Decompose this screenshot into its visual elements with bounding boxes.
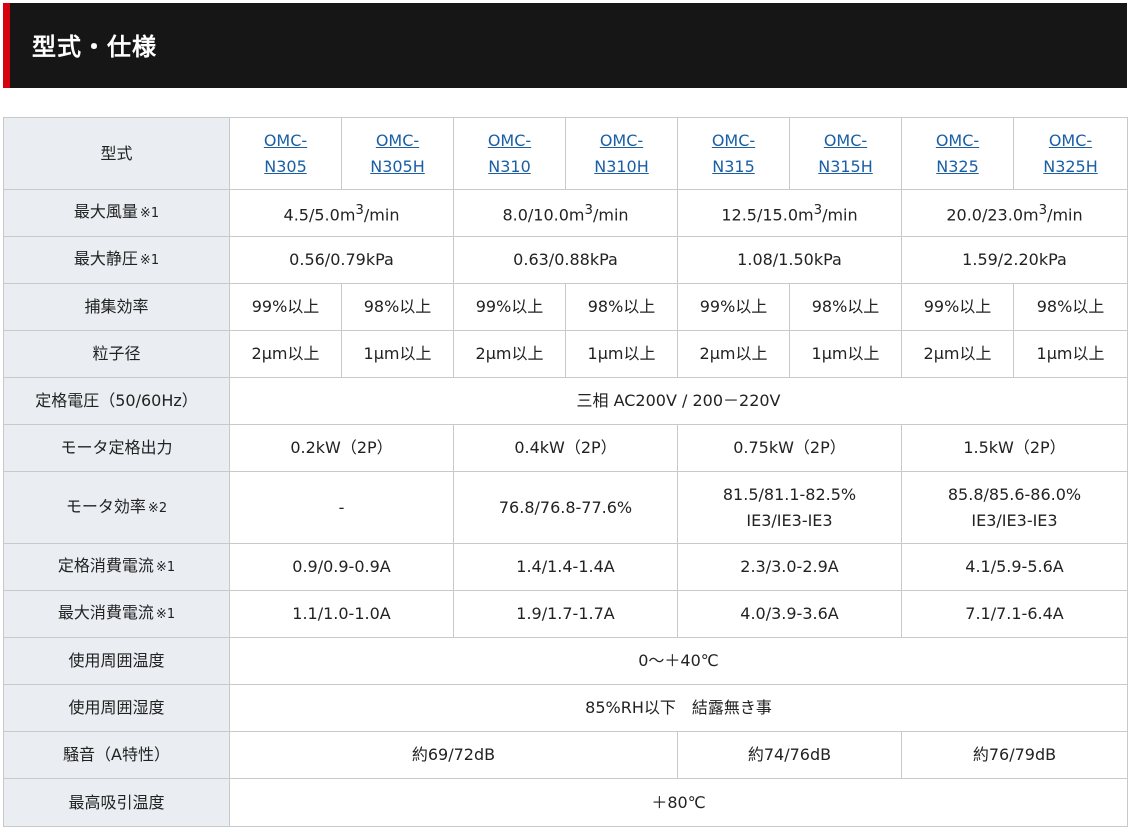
value-cell: 4.1/5.9-5.6A (901, 543, 1128, 591)
value-cell: 0.2kW（2P） (229, 424, 454, 472)
row-label: 最高吸引温度 (3, 778, 230, 827)
value-cell: 1μm以上 (341, 330, 454, 378)
value-cell: 2μm以上 (453, 330, 566, 378)
model-cell[interactable]: OMC- N310 (453, 117, 566, 190)
model-cell[interactable]: OMC- N305 (229, 117, 342, 190)
model-cell[interactable]: OMC- N325H (1013, 117, 1128, 190)
row-label: 粒子径 (3, 330, 230, 378)
value-cell: 12.5/15.0m3/min (677, 189, 902, 237)
row-label: 騒音（A特性） (3, 731, 230, 779)
value-cell: ＋80℃ (229, 778, 1128, 827)
value-cell: 1.1/1.0-1.0A (229, 590, 454, 638)
value-cell: 0.4kW（2P） (453, 424, 678, 472)
table-row: 粒子径 2μm以上 1μm以上 2μm以上 1μm以上 2μm以上 1μm以上 … (3, 330, 1128, 378)
spec-table: 型式 OMC- N305 OMC- N305H OMC- N310 OMC- N310H… (3, 117, 1128, 827)
value-cell: 約69/72dB (229, 731, 678, 779)
value-cell: 20.0/23.0m3/min (901, 189, 1128, 237)
model-cell[interactable]: OMC- N310H (565, 117, 678, 190)
value-cell: 1μm以上 (789, 330, 902, 378)
section-header: 型式・仕様 (3, 3, 1127, 88)
value-cell: 2.3/3.0-2.9A (677, 543, 902, 591)
model-cell[interactable]: OMC- N315 (677, 117, 790, 190)
value-cell: 98%以上 (1013, 283, 1128, 331)
model-link[interactable]: OMC- N315 (712, 128, 755, 180)
table-row: 捕集効率 99%以上 98%以上 99%以上 98%以上 99%以上 98%以上… (3, 283, 1128, 331)
value-cell: 99%以上 (677, 283, 790, 331)
value-cell: 0～＋40℃ (229, 637, 1128, 685)
table-row: 型式 OMC- N305 OMC- N305H OMC- N310 OMC- N310H… (3, 117, 1128, 190)
note-mark: ※1 (155, 607, 176, 622)
value-cell: 約74/76dB (677, 731, 902, 779)
row-label: 使用周囲湿度 (3, 684, 230, 732)
table-row: 定格電圧（50/60Hz） 三相 AC200V / 200－220V (3, 377, 1128, 425)
value-cell: 三相 AC200V / 200－220V (229, 377, 1128, 425)
value-cell: 1.9/1.7-1.7A (453, 590, 678, 638)
value-cell: 0.9/0.9-0.9A (229, 543, 454, 591)
value-cell: 1.59/2.20kPa (901, 236, 1128, 284)
value-cell: 1.4/1.4-1.4A (453, 543, 678, 591)
model-link[interactable]: OMC- N325H (1043, 128, 1098, 180)
value-cell: 98%以上 (789, 283, 902, 331)
value-cell: 1.5kW（2P） (901, 424, 1128, 472)
model-cell[interactable]: OMC- N325 (901, 117, 1014, 190)
value-cell: 2μm以上 (677, 330, 790, 378)
value-cell: 0.63/0.88kPa (453, 236, 678, 284)
model-link[interactable]: OMC- N305H (370, 128, 425, 180)
row-label: 定格電圧（50/60Hz） (3, 377, 230, 425)
table-row: モータ定格出力 0.2kW（2P） 0.4kW（2P） 0.75kW（2P） 1… (3, 424, 1128, 472)
table-row: 使用周囲湿度 85%RH以下 結露無き事 (3, 684, 1128, 732)
table-row: 最大静圧 ※1 0.56/0.79kPa 0.63/0.88kPa 1.08/1.… (3, 236, 1128, 284)
model-cell[interactable]: OMC- N315H (789, 117, 902, 190)
table-row: モータ効率 ※2 - 76.8/76.8-77.6% 81.5/81.1-82.5… (3, 471, 1128, 544)
model-link[interactable]: OMC- N315H (818, 128, 873, 180)
value-cell: 1μm以上 (565, 330, 678, 378)
value-cell: 4.0/3.9-3.6A (677, 590, 902, 638)
table-row: 定格消費電流 ※1 0.9/0.9-0.9A 1.4/1.4-1.4A 2.3/3… (3, 543, 1128, 591)
model-link[interactable]: OMC- N310H (594, 128, 649, 180)
row-label: モータ定格出力 (3, 424, 230, 472)
row-label: 最大消費電流 ※1 (3, 590, 230, 638)
value-cell: 85.8/85.6-86.0% IE3/IE3-IE3 (901, 471, 1128, 544)
value-cell: 1.08/1.50kPa (677, 236, 902, 284)
note-mark: ※1 (139, 253, 160, 268)
row-label: 最大静圧 ※1 (3, 236, 230, 284)
model-link[interactable]: OMC- N325 (936, 128, 979, 180)
value-cell: 4.5/5.0m3/min (229, 189, 454, 237)
row-label: 捕集効率 (3, 283, 230, 331)
row-label: 使用周囲温度 (3, 637, 230, 685)
row-label: 最大風量 ※1 (3, 189, 230, 237)
value-cell: 99%以上 (229, 283, 342, 331)
table-row: 使用周囲温度 0～＋40℃ (3, 637, 1128, 685)
table-row: 最大風量 ※1 4.5/5.0m3/min 8.0/10.0m3/min 12.5… (3, 189, 1128, 237)
value-cell: 0.75kW（2P） (677, 424, 902, 472)
value-cell: - (229, 471, 454, 544)
value-cell: 99%以上 (453, 283, 566, 331)
table-row: 騒音（A特性） 約69/72dB 約74/76dB 約76/79dB (3, 731, 1128, 779)
section-title: 型式・仕様 (32, 33, 157, 61)
value-cell: 98%以上 (565, 283, 678, 331)
value-cell: 2μm以上 (229, 330, 342, 378)
value-cell: 1μm以上 (1013, 330, 1128, 378)
value-cell: 98%以上 (341, 283, 454, 331)
value-cell: 85%RH以下 結露無き事 (229, 684, 1128, 732)
model-link[interactable]: OMC- N305 (264, 128, 307, 180)
note-mark: ※1 (155, 560, 176, 575)
value-cell: 8.0/10.0m3/min (453, 189, 678, 237)
model-cell[interactable]: OMC- N305H (341, 117, 454, 190)
table-row: 最高吸引温度 ＋80℃ (3, 778, 1128, 827)
value-cell: 7.1/7.1-6.4A (901, 590, 1128, 638)
row-label: 定格消費電流 ※1 (3, 543, 230, 591)
value-cell: 81.5/81.1-82.5% IE3/IE3-IE3 (677, 471, 902, 544)
value-cell: 99%以上 (901, 283, 1014, 331)
value-cell: 2μm以上 (901, 330, 1014, 378)
value-cell: 76.8/76.8-77.6% (453, 471, 678, 544)
note-mark: ※1 (139, 206, 160, 221)
row-label: 型式 (3, 117, 230, 190)
row-label: モータ効率 ※2 (3, 471, 230, 544)
table-row: 最大消費電流 ※1 1.1/1.0-1.0A 1.9/1.7-1.7A 4.0/3… (3, 590, 1128, 638)
value-cell: 約76/79dB (901, 731, 1128, 779)
model-link[interactable]: OMC- N310 (488, 128, 531, 180)
note-mark: ※2 (147, 500, 168, 516)
value-cell: 0.56/0.79kPa (229, 236, 454, 284)
